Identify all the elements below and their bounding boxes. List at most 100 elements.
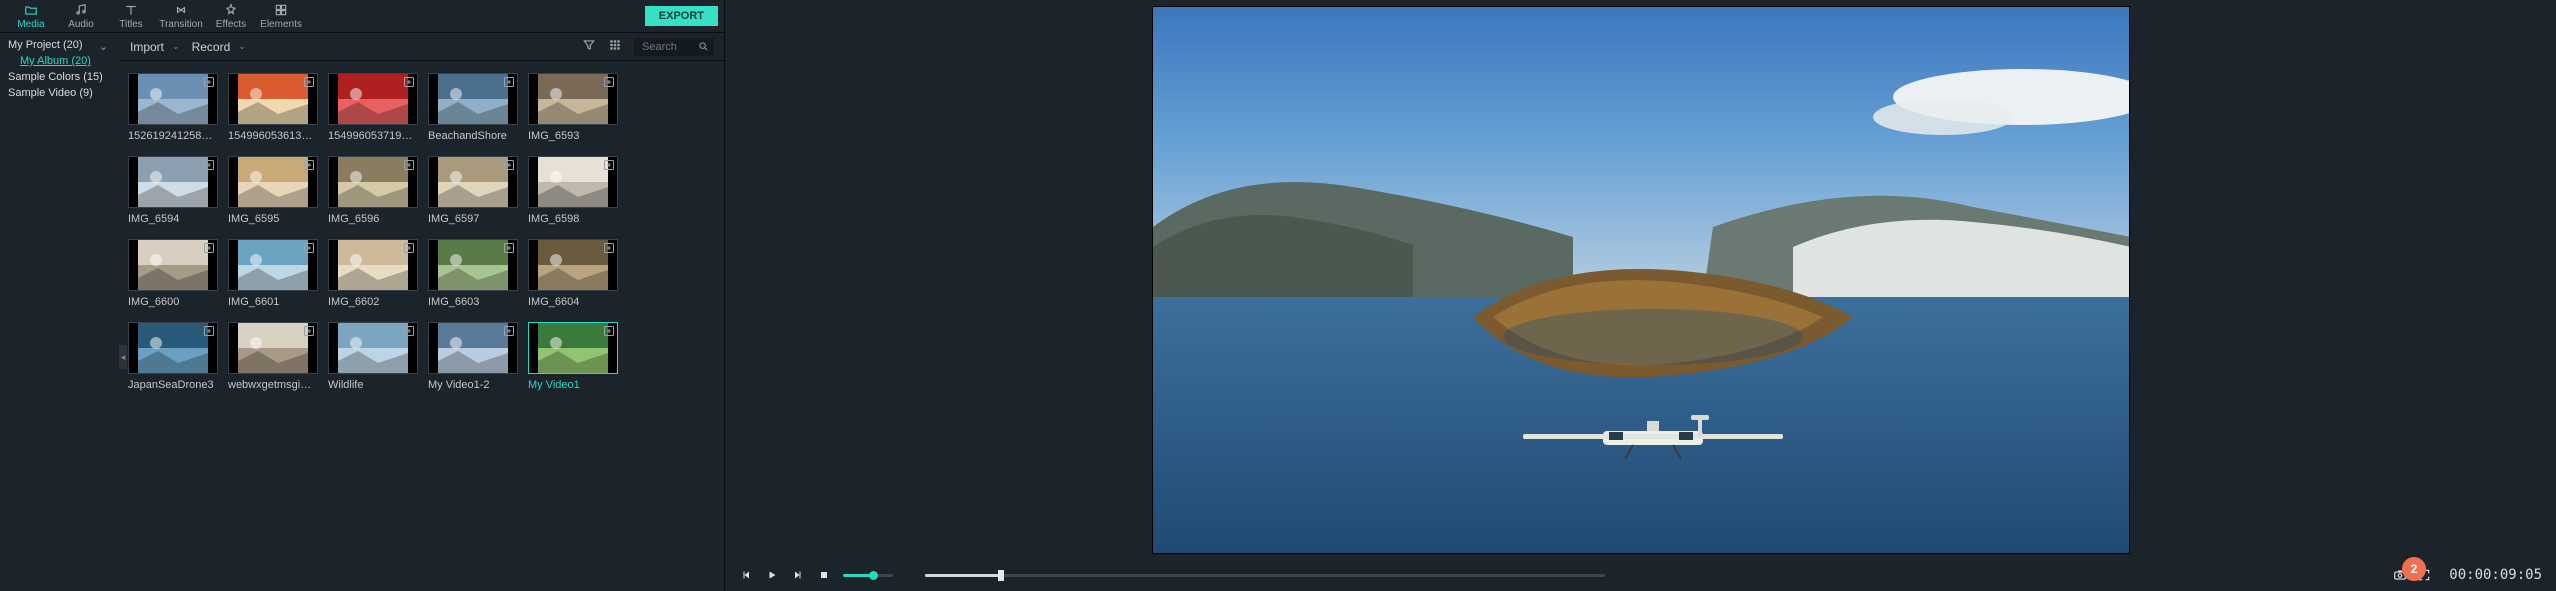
add-tag-icon <box>403 325 415 337</box>
chevron-down-icon: ⌄ <box>99 40 108 53</box>
add-tag-icon <box>403 76 415 88</box>
import-button[interactable]: Import ⌄ <box>130 40 180 54</box>
add-tag-icon <box>503 242 515 254</box>
sidebar-item-colors[interactable]: Sample Colors (15) <box>6 69 114 85</box>
tab-media[interactable]: Media <box>6 0 56 32</box>
seek-slider[interactable] <box>925 574 1605 577</box>
media-thumbnail[interactable]: BeachandShore <box>428 73 518 142</box>
add-tag-icon <box>603 76 615 88</box>
thumbnail-image <box>228 322 318 374</box>
editor-tabs: Media Audio Titles Transition Effects El… <box>0 0 724 32</box>
sidebar-item-project[interactable]: My Project (20) ⌄ <box>6 37 114 53</box>
thumbnail-image <box>328 156 418 208</box>
tab-label: Media <box>17 19 44 30</box>
media-thumbnail[interactable]: 1526192412581494_large <box>128 73 218 142</box>
preview-panel: 00:00:09:05 2 <box>725 0 2556 591</box>
media-thumbnail[interactable]: IMG_6597 <box>428 156 518 225</box>
record-button[interactable]: Record ⌄ <box>192 40 246 54</box>
thumbnail-image <box>128 322 218 374</box>
add-tag-icon <box>603 325 615 337</box>
thumbnail-label: My Video1-2 <box>428 379 518 391</box>
thumbnail-label: IMG_6594 <box>128 213 218 225</box>
media-thumbnail[interactable]: IMG_6595 <box>228 156 318 225</box>
media-thumbnail[interactable]: My Video1 <box>528 322 618 391</box>
tab-label: Effects <box>216 19 246 30</box>
sidebar-item-album[interactable]: My Album (20) <box>6 53 114 69</box>
media-browser: ◂ Import ⌄ Record ⌄ <box>120 33 724 591</box>
sidebar-item-label: My Album (20) <box>20 55 91 67</box>
search-input[interactable] <box>634 38 714 56</box>
volume-slider[interactable] <box>843 574 893 577</box>
thumbnail-label: IMG_6593 <box>528 130 618 142</box>
thumbnail-image <box>528 73 618 125</box>
thumbnail-image <box>228 239 318 291</box>
tab-label: Elements <box>260 19 302 30</box>
media-thumbnail[interactable]: IMG_6600 <box>128 239 218 308</box>
thumbnail-label: IMG_6601 <box>228 296 318 308</box>
collapse-handle[interactable]: ◂ <box>119 345 127 369</box>
filter-icon[interactable] <box>582 38 596 55</box>
media-thumbnail[interactable]: My Video1-2 <box>428 322 518 391</box>
add-tag-icon <box>503 159 515 171</box>
media-thumbnail[interactable]: JapanSeaDrone3 <box>128 322 218 391</box>
thumbnail-label: IMG_6596 <box>328 213 418 225</box>
add-tag-icon <box>203 242 215 254</box>
thumbnail-label: IMG_6603 <box>428 296 518 308</box>
folder-icon <box>24 3 38 17</box>
media-thumbnail[interactable]: IMG_6594 <box>128 156 218 225</box>
thumbnail-label: 1549960536133762_th... <box>228 130 318 142</box>
media-thumbnail[interactable]: webwxgetmsgimg (1) <box>228 322 318 391</box>
tab-label: Audio <box>68 19 94 30</box>
media-thumbnail[interactable]: IMG_6604 <box>528 239 618 308</box>
media-thumbnail[interactable]: 1549960536133762_th... <box>228 73 318 142</box>
thumbnail-image <box>328 73 418 125</box>
prev-frame-button[interactable] <box>739 568 753 582</box>
next-frame-button[interactable] <box>791 568 805 582</box>
add-tag-icon <box>303 242 315 254</box>
media-thumbnail[interactable]: IMG_6596 <box>328 156 418 225</box>
media-thumbnail[interactable]: IMG_6603 <box>428 239 518 308</box>
thumbnail-image <box>128 239 218 291</box>
thumbnail-image <box>128 73 218 125</box>
media-thumbnail[interactable]: IMG_6593 <box>528 73 618 142</box>
thumbnail-image <box>528 156 618 208</box>
media-thumbnail[interactable]: IMG_6601 <box>228 239 318 308</box>
grid-view-icon[interactable] <box>608 38 622 55</box>
toolbar: Import ⌄ Record ⌄ <box>120 33 724 61</box>
export-button[interactable]: EXPORT <box>645 6 718 26</box>
stop-button[interactable] <box>817 568 831 582</box>
play-button[interactable] <box>765 568 779 582</box>
thumbnail-label: My Video1 <box>528 379 618 391</box>
thumbnail-label: IMG_6604 <box>528 296 618 308</box>
chevron-down-icon: ⌄ <box>238 41 246 52</box>
thumbnail-image <box>128 156 218 208</box>
elements-icon <box>274 3 288 17</box>
media-thumbnail[interactable]: IMG_6598 <box>528 156 618 225</box>
add-tag-icon <box>303 325 315 337</box>
add-tag-icon <box>403 242 415 254</box>
chevron-down-icon: ⌄ <box>172 41 180 52</box>
thumbnail-image <box>428 73 518 125</box>
seek-knob[interactable] <box>998 570 1004 581</box>
thumbnail-label: IMG_6598 <box>528 213 618 225</box>
thumbnail-label: webwxgetmsgimg (1) <box>228 379 318 391</box>
effects-icon <box>224 3 238 17</box>
media-thumbnail[interactable]: Wildlife <box>328 322 418 391</box>
thumbnail-label: BeachandShore <box>428 130 518 142</box>
record-label: Record <box>192 40 231 54</box>
tab-audio[interactable]: Audio <box>56 0 106 32</box>
thumbnail-label: IMG_6600 <box>128 296 218 308</box>
video-preview[interactable] <box>1152 6 2130 554</box>
media-thumbnail[interactable]: IMG_6602 <box>328 239 418 308</box>
tab-transition[interactable]: Transition <box>156 0 206 32</box>
add-tag-icon <box>503 76 515 88</box>
sidebar-item-samplevideo[interactable]: Sample Video (9) <box>6 85 114 101</box>
media-thumbnail[interactable]: 1549960537191909_th... <box>328 73 418 142</box>
sidebar: My Project (20) ⌄ My Album (20) Sample C… <box>0 33 120 591</box>
add-tag-icon <box>303 159 315 171</box>
thumbnail-label: Wildlife <box>328 379 418 391</box>
volume-knob[interactable] <box>869 571 878 580</box>
tab-elements[interactable]: Elements <box>256 0 306 32</box>
tab-titles[interactable]: Titles <box>106 0 156 32</box>
tab-effects[interactable]: Effects <box>206 0 256 32</box>
